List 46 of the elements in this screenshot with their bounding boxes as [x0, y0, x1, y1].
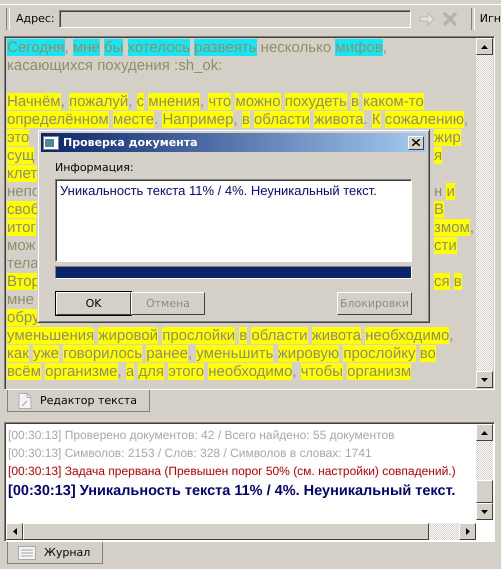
log-entry: [00:30:13] Проверено документов: 42 / Всего найдено: 55 документов [8, 427, 395, 444]
text-fragment: ся в [434, 273, 463, 291]
info-box: Уникальность текста 11% / 4%. Неуникальный текст. [55, 179, 412, 262]
down-arrow-icon [481, 378, 488, 382]
text-fragment: жир [434, 129, 462, 147]
log-entry: [00:30:13] Символов: 2153 / Слов: 328 / Символов в словах: 1741 [8, 445, 372, 462]
scroll-up-button[interactable] [476, 38, 493, 55]
close-icon [412, 139, 420, 146]
ignore-label: Игн [480, 12, 501, 25]
info-label: Информация: [55, 161, 134, 174]
arrow-right-icon [418, 12, 435, 26]
window-title: Проверка документа [63, 136, 199, 149]
pane-tab[interactable]: Журнал [7, 542, 104, 564]
log-entry: [00:30:13] Уникальность текста 11% / 4%. Неуникальный текст. [8, 482, 456, 501]
log-entry: [00:30:13] Задача прервана (Превышен порог 50% (см. настройки) совпадений.) [8, 463, 456, 480]
address-label: Адрес: [16, 12, 55, 25]
text-fragment: мне [7, 291, 35, 309]
down-arrow-icon [481, 510, 488, 514]
dialog-button[interactable]: OK [56, 292, 131, 315]
left-arrow-icon [12, 528, 16, 535]
scroll-thumb[interactable] [476, 480, 493, 503]
address-field[interactable] [58, 10, 411, 28]
scroll-down-button[interactable] [476, 503, 493, 520]
scroll-up-button[interactable] [476, 424, 493, 441]
text-fragment: н и [434, 183, 456, 201]
text-fragment: сти [434, 237, 458, 255]
text-line: касающихся похудения :sh_ok: [7, 57, 224, 75]
text-fragment: я [434, 147, 444, 165]
close-button[interactable] [408, 136, 424, 150]
scrollbar[interactable] [476, 38, 493, 388]
vertical-scrollbar[interactable] [476, 424, 493, 520]
list-icon [18, 546, 36, 560]
text-fragment: В [434, 201, 446, 219]
right-arrow-icon [466, 528, 470, 535]
text-fragment: змом, [434, 219, 474, 237]
document-icon [18, 392, 32, 408]
pane-tab[interactable]: Редактор текста [7, 390, 150, 412]
up-arrow-icon [481, 44, 488, 48]
window-icon [43, 136, 59, 150]
up-arrow-icon [481, 430, 488, 434]
scroll-right-button[interactable] [459, 523, 476, 540]
text-fragment: мож [7, 237, 37, 255]
scroll-down-button[interactable] [476, 371, 493, 388]
text-fragment: тела [7, 255, 40, 273]
scroll-left-button[interactable] [6, 523, 23, 540]
close-icon [442, 12, 457, 26]
